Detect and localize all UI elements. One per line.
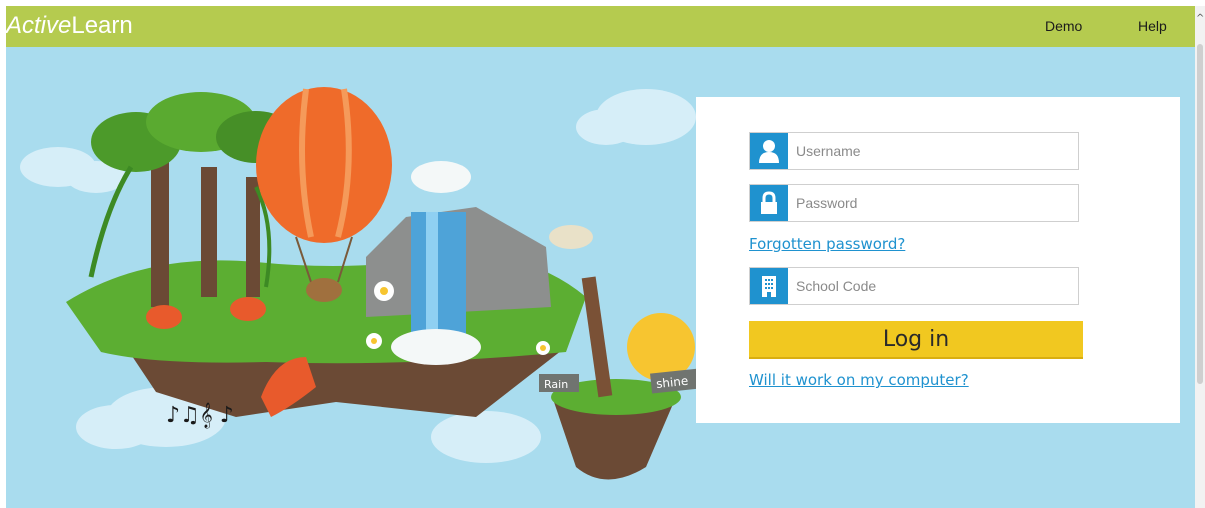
- nav-help-link[interactable]: Help: [1138, 18, 1167, 34]
- compatibility-link[interactable]: Will it work on my computer?: [749, 371, 969, 389]
- nav-demo-link[interactable]: Demo: [1045, 18, 1082, 34]
- activelearn-logo[interactable]: ActiveLearn: [6, 11, 133, 41]
- login-button[interactable]: Log in: [749, 321, 1083, 359]
- chevron-up-icon[interactable]: ^: [1196, 14, 1204, 24]
- fantasy-island-illustration: ♪♫𝄞 ♪ Rain shine: [20, 87, 700, 480]
- school-code-field[interactable]: [749, 267, 1079, 305]
- school-code-input[interactable]: [796, 268, 1066, 304]
- password-input[interactable]: [796, 185, 1066, 221]
- username-input[interactable]: [796, 133, 1066, 169]
- forgotten-password-link[interactable]: Forgotten password?: [749, 235, 905, 253]
- music-notes: ♪♫𝄞 ♪: [166, 402, 234, 428]
- sign-rain: Rain: [539, 374, 579, 392]
- logo-word-active: Active: [6, 12, 72, 39]
- user-icon: [750, 133, 788, 169]
- login-card: Forgotten password? Log in Will it work …: [696, 97, 1180, 423]
- username-field[interactable]: [749, 132, 1079, 170]
- sign-rain-text: Rain: [544, 378, 568, 391]
- lock-icon: [750, 185, 788, 221]
- logo-word-learn: Learn: [71, 12, 133, 39]
- scrollbar-thumb[interactable]: [1197, 44, 1203, 384]
- building-icon: [750, 268, 788, 304]
- vertical-scrollbar[interactable]: ^: [1195, 6, 1205, 508]
- top-header: ActiveLearn Demo Help: [6, 6, 1195, 47]
- password-field[interactable]: [749, 184, 1079, 222]
- page-frame: ActiveLearn Demo Help ♪♫𝄞 ♪ Rain shine U…: [6, 6, 1195, 508]
